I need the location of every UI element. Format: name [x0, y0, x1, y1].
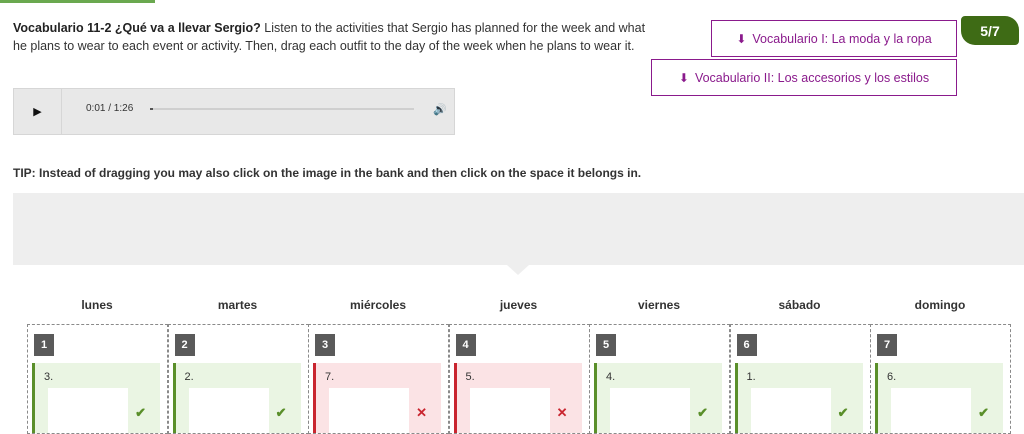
day-label-5: viernes: [637, 298, 681, 312]
day-label-2: martes: [217, 298, 258, 312]
audio-progress-fill: [150, 108, 154, 110]
blue-jacket-image: [188, 388, 269, 433]
sandals-and-bag-image: [750, 388, 831, 433]
answer-label: 3.: [44, 371, 54, 383]
image-bank[interactable]: [13, 193, 1024, 265]
blue-tshirt-image: [469, 388, 550, 433]
drop-slot-1[interactable]: 1 3. ✔: [27, 324, 168, 434]
day-label-3: miércoles: [349, 298, 407, 312]
answer-card[interactable]: 4. ✔: [594, 363, 722, 433]
audio-time: 0:01 / 1:26: [86, 103, 134, 114]
instructions-title: Vocabulario 11-2 ¿Qué va a llevar Sergio…: [13, 21, 261, 35]
checkmark-icon: ✔: [978, 405, 989, 420]
answer-card[interactable]: 2. ✔: [172, 363, 301, 433]
checkmark-icon: ✔: [837, 405, 849, 420]
answer-card[interactable]: 3. ✔: [32, 363, 160, 433]
hoodie-and-jacket-image: [48, 388, 128, 433]
instructions: Vocabulario 11-2 ¿Qué va a llevar Sergio…: [13, 19, 653, 55]
day-label-1: lunes: [81, 298, 113, 312]
day-label-6: sábado: [778, 298, 821, 312]
drop-slot-2[interactable]: 2 2. ✔: [167, 324, 309, 434]
answer-label: 1.: [746, 371, 756, 383]
answer-label: 5.: [465, 371, 475, 383]
drop-slot-5[interactable]: 5 4. ✔: [589, 324, 730, 434]
answer-label: 2.: [184, 371, 194, 383]
drop-slot-6[interactable]: 6 1. ✔: [729, 324, 871, 434]
cross-icon: ✕: [556, 405, 568, 420]
audio-player: ▶ 0:01 / 1:26 🔊: [13, 88, 455, 135]
top-progress-line: [0, 0, 155, 3]
vocabulario-2-button[interactable]: ⬇ Vocabulario II: Los accesorios y los e…: [651, 59, 957, 96]
answer-label: 6.: [887, 371, 897, 383]
drop-slot-4[interactable]: 4 5. ✕: [448, 324, 590, 434]
slot-number: 5: [596, 334, 616, 356]
vocabulario-2-label: Vocabulario II: Los accesorios y los est…: [694, 70, 930, 85]
leather-jacket-image: [891, 388, 971, 433]
question-counter: 5/7: [961, 16, 1019, 45]
slot-number: 1: [34, 334, 54, 356]
checkmark-icon: ✔: [135, 405, 146, 420]
play-icon[interactable]: ▶: [14, 89, 62, 134]
tip-text: TIP: Instead of dragging you may also cl…: [13, 166, 642, 180]
answer-card[interactable]: 1. ✔: [734, 363, 863, 433]
answer-card[interactable]: 6. ✔: [875, 363, 1003, 433]
cross-icon: ✕: [416, 405, 427, 420]
bank-pointer: [507, 265, 529, 275]
slot-number: 3: [315, 334, 335, 356]
download-icon: ⬇: [678, 70, 689, 85]
vocabulario-1-button[interactable]: ⬇ Vocabulario I: La moda y la ropa: [711, 20, 957, 57]
day-label-7: domingo: [914, 298, 966, 312]
download-icon: ⬇: [736, 31, 747, 46]
vocabulario-1-label: Vocabulario I: La moda y la ropa: [752, 31, 932, 46]
drop-slot-7[interactable]: 7 6. ✔: [870, 324, 1011, 434]
checkmark-icon: ✔: [697, 405, 708, 420]
slot-number: 6: [736, 334, 757, 356]
slot-number: 2: [174, 334, 195, 356]
answer-label: 4.: [606, 371, 616, 383]
answer-card[interactable]: 7. ✕: [313, 363, 441, 433]
checkmark-icon: ✔: [275, 405, 287, 420]
slot-number: 7: [877, 334, 897, 356]
drop-slot-3[interactable]: 3 7. ✕: [308, 324, 449, 434]
day-label-4: jueves: [499, 298, 538, 312]
audio-seek-bar[interactable]: [150, 108, 414, 110]
answer-label: 7.: [325, 371, 335, 383]
answer-card[interactable]: 5. ✕: [453, 363, 582, 433]
slot-number: 4: [455, 334, 476, 356]
volume-icon[interactable]: 🔊: [433, 103, 447, 116]
sneakers-image: [610, 388, 690, 433]
red-shirt-and-shorts-image: [329, 388, 409, 433]
